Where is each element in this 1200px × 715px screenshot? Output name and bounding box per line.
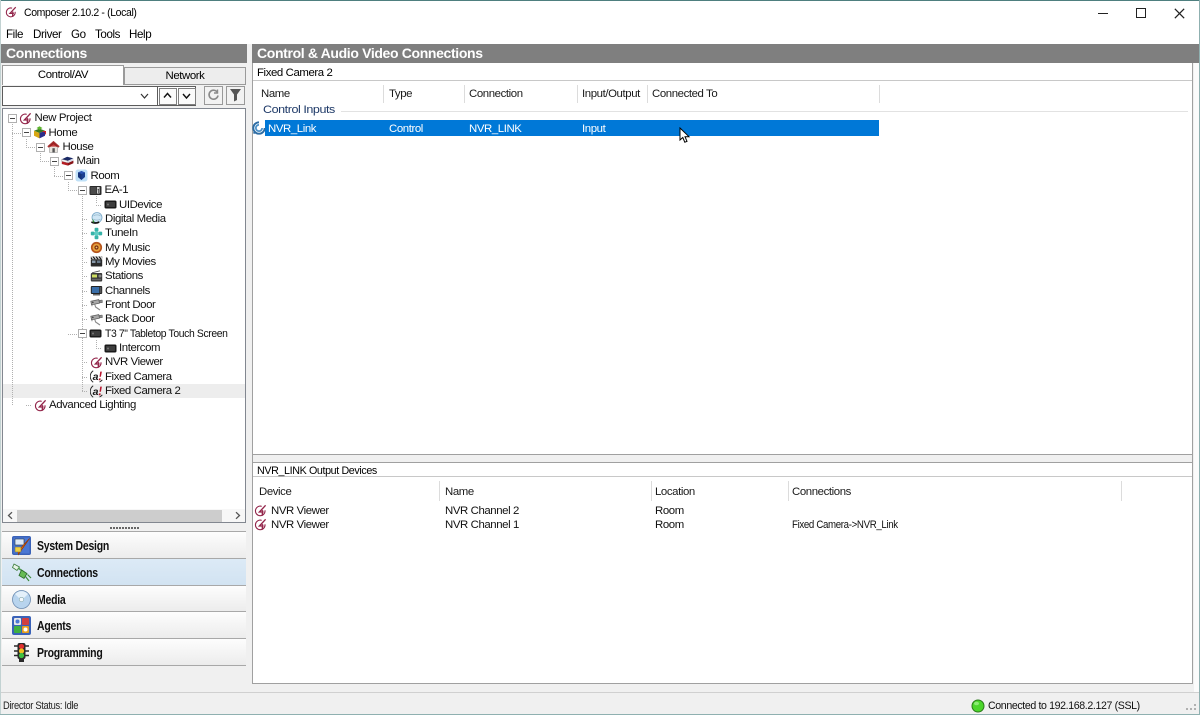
svg-text:a: a: [92, 386, 98, 398]
svg-text:a: a: [92, 371, 98, 383]
